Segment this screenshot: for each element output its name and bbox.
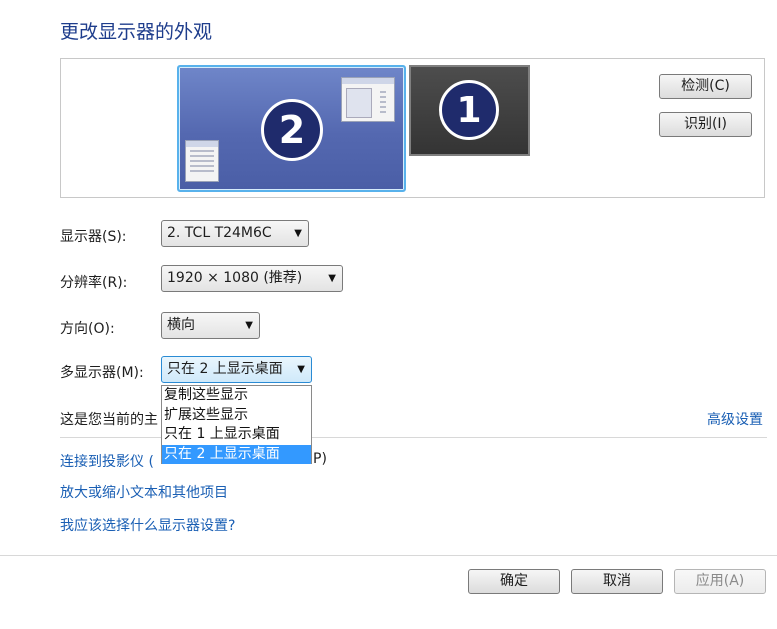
display-select[interactable]: 2. TCL T24M6C ▼ — [161, 220, 309, 247]
orientation-select[interactable]: 横向 ▼ — [161, 312, 260, 339]
multi-display-label: 多显示器(M): — [60, 365, 144, 381]
resolution-label: 分辨率(R): — [60, 275, 128, 291]
resolution-select-value: 1920 × 1080 (推荐) — [167, 270, 303, 286]
display-settings-help-link[interactable]: 我应该选择什么显示器设置? — [60, 515, 235, 535]
chevron-down-icon: ▼ — [294, 228, 302, 239]
dropdown-option-duplicate[interactable]: 复制这些显示 — [162, 386, 311, 406]
text-size-link[interactable]: 放大或缩小文本和其他项目 — [60, 482, 228, 502]
chevron-down-icon: ▼ — [245, 320, 253, 331]
chevron-down-icon: ▼ — [297, 364, 305, 375]
display-select-value: 2. TCL T24M6C — [167, 225, 272, 241]
dropdown-option-extend[interactable]: 扩展这些显示 — [162, 406, 311, 426]
document-thumbnail-icon — [185, 140, 219, 182]
dropdown-option-only-2[interactable]: 只在 2 上显示桌面 — [162, 444, 311, 464]
ok-button[interactable]: 确定 — [468, 569, 560, 594]
orientation-select-value: 横向 — [167, 317, 195, 333]
monitor-2-thumbnail[interactable]: 2 — [177, 65, 406, 192]
monitor-2-badge: 2 — [261, 99, 323, 161]
advanced-settings-link[interactable]: 高级设置 — [707, 409, 763, 429]
connect-projector-link-tail[interactable]: P) — [313, 451, 327, 467]
multi-display-select[interactable]: 只在 2 上显示桌面 ▼ — [161, 356, 312, 383]
apply-button[interactable]: 应用(A) — [674, 569, 766, 594]
orientation-label: 方向(O): — [60, 321, 115, 337]
cancel-button[interactable]: 取消 — [571, 569, 663, 594]
footer-divider — [0, 555, 777, 556]
connect-projector-link[interactable]: 连接到投影仪 ( — [60, 451, 154, 471]
multi-display-select-value: 只在 2 上显示桌面 — [167, 361, 283, 377]
monitor-1-badge: 1 — [439, 80, 499, 140]
dropdown-option-only-1[interactable]: 只在 1 上显示桌面 — [162, 425, 311, 445]
page-title: 更改显示器的外观 — [60, 21, 213, 43]
window-thumbnail-icon — [341, 77, 395, 122]
display-label: 显示器(S): — [60, 229, 127, 245]
monitor-preview-area: 2 1 检测(C) 识别(I) — [60, 58, 765, 198]
resolution-select[interactable]: 1920 × 1080 (推荐) ▼ — [161, 265, 343, 292]
monitor-1-thumbnail[interactable]: 1 — [409, 65, 530, 156]
detect-button[interactable]: 检测(C) — [659, 74, 752, 99]
primary-display-status: 这是您当前的主 — [60, 412, 158, 428]
multi-display-dropdown-list: 复制这些显示 扩展这些显示 只在 1 上显示桌面 只在 2 上显示桌面 — [161, 385, 312, 464]
chevron-down-icon: ▼ — [328, 273, 336, 284]
identify-button[interactable]: 识别(I) — [659, 112, 752, 137]
